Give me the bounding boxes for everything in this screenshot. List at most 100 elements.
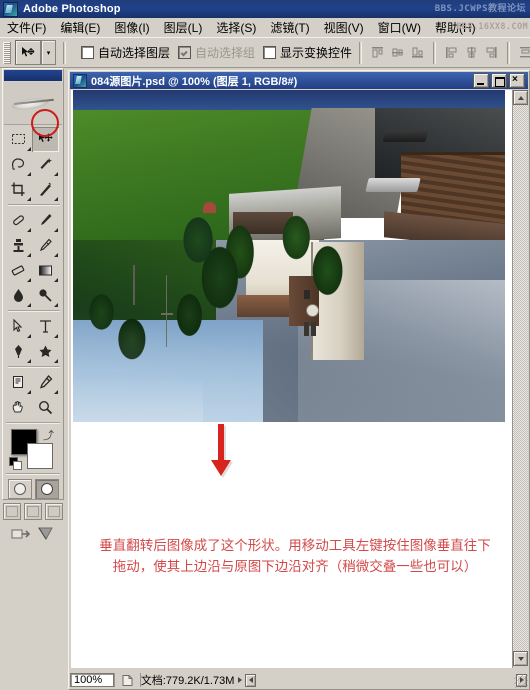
menu-item-filter[interactable]: 滤镜(T) xyxy=(263,18,316,37)
tool-row-1 xyxy=(5,127,63,152)
menu-bar: 文件(F) 编辑(E) 图像(I) 图层(L) 选择(S) 滤镜(T) 视图(V… xyxy=(0,18,530,38)
show-transform-controls-checkbox[interactable] xyxy=(263,46,277,59)
blur-tool[interactable] xyxy=(5,283,32,308)
document-title-bar[interactable]: 084源图片.psd @ 100% (图层 1, RGB/8#) × xyxy=(70,72,528,89)
move-tool[interactable] xyxy=(32,127,59,152)
swap-colors-icon[interactable]: ⤴ xyxy=(43,427,54,443)
auto-select-layer-checkbox-wrap[interactable]: 自动选择图层 xyxy=(81,44,170,61)
tool-row-5 xyxy=(5,233,63,258)
arrow-right-icon xyxy=(237,677,242,683)
menu-item-select[interactable]: 选择(S) xyxy=(209,18,263,37)
lasso-tool[interactable] xyxy=(5,152,32,177)
eraser-tool[interactable] xyxy=(5,258,32,283)
show-transform-controls-label: 显示变换控件 xyxy=(280,46,353,60)
align-right-edges-icon[interactable] xyxy=(483,44,500,61)
full-screen-with-menubar-button[interactable] xyxy=(24,503,42,520)
screen-mode-row xyxy=(3,503,63,520)
scroll-down-button[interactable] xyxy=(513,651,528,666)
options-separator-4 xyxy=(507,41,511,64)
dodge-icon xyxy=(39,289,52,302)
current-tool-preview[interactable] xyxy=(15,40,41,65)
full-screen-mode-button[interactable] xyxy=(45,503,63,520)
menu-item-window[interactable]: 窗口(W) xyxy=(371,18,428,37)
jump-to-icon xyxy=(11,529,30,539)
close-button[interactable]: × xyxy=(509,73,525,88)
status-menu-arrow-icon[interactable] xyxy=(234,673,245,687)
tool-preset-dropdown[interactable]: ▾ xyxy=(41,40,56,65)
toolbox-separator-1 xyxy=(8,204,60,206)
dodge-flyout-triangle-icon xyxy=(54,303,58,307)
menu-item-edit[interactable]: 编辑(E) xyxy=(53,18,107,37)
flipped-image-layer[interactable] xyxy=(73,90,505,422)
notes-tool[interactable] xyxy=(5,370,32,395)
magic-wand-tool[interactable] xyxy=(32,152,59,177)
type-tool[interactable] xyxy=(32,314,59,339)
path-selection-tool[interactable] xyxy=(5,314,32,339)
clone-stamp-tool[interactable] xyxy=(5,233,32,258)
menu-item-layer[interactable]: 图层(L) xyxy=(157,18,210,37)
align-group-horizontal xyxy=(443,44,500,61)
zoom-tool[interactable] xyxy=(32,395,59,420)
auto-select-layer-checkbox[interactable] xyxy=(81,46,94,59)
pen-icon xyxy=(15,345,22,358)
healing-brush-tool[interactable] xyxy=(5,208,32,233)
dodge-tool[interactable] xyxy=(32,283,59,308)
type-flyout-triangle-icon xyxy=(54,334,58,338)
maximize-button[interactable] xyxy=(491,73,507,88)
scroll-up-button[interactable] xyxy=(513,90,528,105)
window-resize-grip[interactable] xyxy=(514,674,528,688)
history-brush-tool[interactable] xyxy=(32,233,59,258)
eyedropper-tool[interactable] xyxy=(32,370,59,395)
drag-direction-arrow xyxy=(201,422,241,484)
vertical-scroll-track[interactable] xyxy=(513,105,528,651)
marquee-tool[interactable] xyxy=(5,127,32,152)
auto-select-group-checkbox-wrap: 自动选择组 xyxy=(178,44,255,61)
standard-mask-icon xyxy=(13,483,26,495)
status-extra-button[interactable] xyxy=(245,673,257,687)
crop-tool[interactable] xyxy=(5,177,32,202)
gradient-icon xyxy=(39,265,52,276)
menu-item-file[interactable]: 文件(F) xyxy=(0,18,53,37)
background-color-swatch[interactable] xyxy=(27,443,53,469)
align-bottom-edges-icon[interactable] xyxy=(409,44,426,61)
distribute-top-edges-icon[interactable] xyxy=(517,44,530,61)
eraser-icon xyxy=(11,265,25,276)
tool-row-4 xyxy=(5,208,63,233)
quick-mask-mode-button[interactable] xyxy=(34,479,59,499)
document-status-bar: 100% 文档:779.2K/1.73M xyxy=(70,672,528,688)
document-preview-icon[interactable] xyxy=(114,673,140,687)
gradient-tool[interactable] xyxy=(32,258,59,283)
options-separator-3 xyxy=(433,41,437,64)
watermark-menu: BBS.16XX8.COM xyxy=(456,22,528,32)
pen-tool[interactable] xyxy=(5,339,32,364)
minimize-button[interactable] xyxy=(473,73,489,88)
canvas-area[interactable]: 垂直翻转后图像成了这个形状。用移动工具左键按住图像垂直往下拖动，使其上边沿与原图… xyxy=(71,90,512,668)
app-title: Adobe Photoshop xyxy=(23,3,121,15)
align-horizontal-centers-icon[interactable] xyxy=(463,44,480,61)
brush-tool[interactable] xyxy=(32,208,59,233)
hand-tool[interactable] xyxy=(5,395,32,420)
align-top-edges-icon[interactable] xyxy=(369,44,386,61)
toolbox-title-bar[interactable] xyxy=(4,70,62,81)
menu-item-image[interactable]: 图像(I) xyxy=(107,18,156,37)
zoom-level-input[interactable]: 100% xyxy=(70,673,115,687)
default-colors-icon[interactable] xyxy=(9,457,22,470)
edit-in-imageready-button[interactable] xyxy=(36,525,56,542)
show-transform-controls-checkbox-wrap[interactable]: 显示变换控件 xyxy=(263,44,352,61)
imageready-icon xyxy=(37,527,53,540)
standard-mask-mode-button[interactable] xyxy=(7,479,32,499)
align-vertical-centers-icon[interactable] xyxy=(389,44,406,61)
align-left-edges-icon[interactable] xyxy=(443,44,460,61)
vertical-scrollbar[interactable] xyxy=(512,90,528,668)
clone-stamp-icon xyxy=(13,239,24,252)
slice-tool[interactable] xyxy=(32,177,59,202)
move-tool-icon xyxy=(22,46,35,56)
options-bar-grip[interactable] xyxy=(3,41,11,64)
toolbox-palette: ⤴ xyxy=(2,68,64,540)
jump-to-imageready-button[interactable] xyxy=(11,525,31,542)
shape-tool[interactable] xyxy=(32,339,59,364)
menu-item-view[interactable]: 视图(V) xyxy=(317,18,371,37)
standard-screen-mode-button[interactable] xyxy=(3,503,21,520)
marquee-icon xyxy=(12,134,25,144)
photoshop-icon xyxy=(3,1,18,17)
